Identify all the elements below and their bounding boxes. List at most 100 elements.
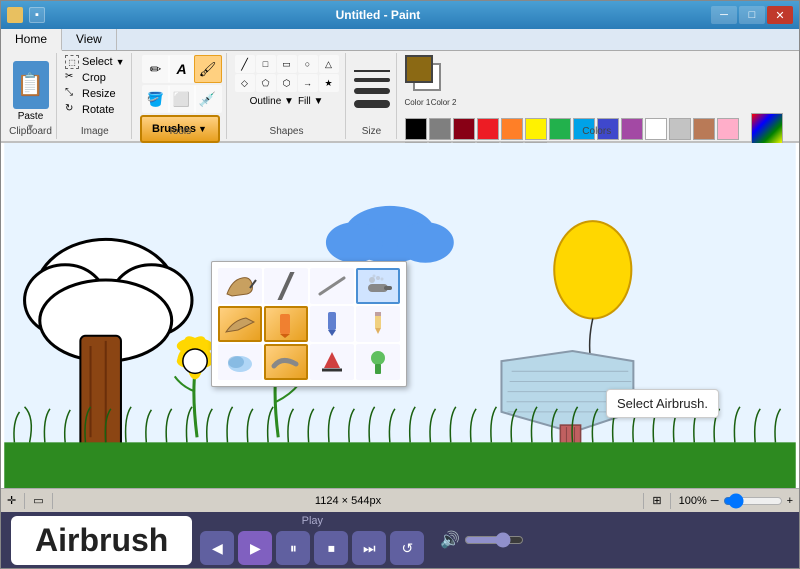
tab-view[interactable]: View xyxy=(62,29,117,50)
image-label: Image xyxy=(59,126,131,137)
size-3[interactable] xyxy=(354,88,390,94)
canvas-scroll[interactable]: Select Airbrush. xyxy=(1,143,799,488)
paste-label: Paste xyxy=(18,111,44,122)
minimize-button[interactable]: ─ xyxy=(711,6,737,24)
zoom-slider[interactable] xyxy=(723,493,783,509)
size-group: Size xyxy=(348,53,397,139)
shape-triangle[interactable]: △ xyxy=(319,55,339,73)
image-size-icon: ⊞ xyxy=(652,494,661,507)
clipboard-content: 📋 Paste ▼ xyxy=(13,55,49,137)
select-label: Select xyxy=(82,56,113,68)
maximize-button[interactable]: □ xyxy=(739,6,765,24)
pencil-tool[interactable]: ✏ xyxy=(142,55,170,83)
brush-smudge[interactable] xyxy=(264,344,308,380)
size-content xyxy=(354,55,390,137)
size-4[interactable] xyxy=(354,100,390,108)
tab-home[interactable]: Home xyxy=(1,29,62,51)
title-bar: ▪ Untitled - Paint ─ □ ✕ xyxy=(1,1,799,29)
size-label: Size xyxy=(348,126,396,137)
bucket-tool[interactable]: 🪣 xyxy=(142,85,170,113)
shapes-content: ╱ □ ▭ ○ △ ◇ ⬠ ⬡ → ★ Outline ▼ xyxy=(235,55,339,137)
brush-crayon[interactable] xyxy=(264,306,308,342)
color-preview: Color 1 Color 2 xyxy=(405,55,457,107)
brush-watercolor[interactable] xyxy=(218,344,262,380)
volume-slider[interactable] xyxy=(464,532,524,548)
shape-arrow[interactable]: → xyxy=(298,74,318,92)
ribbon-content: 📋 Paste ▼ Clipboard ⬚ Select▼ ✂ Cro xyxy=(1,51,799,141)
shapes-label: Shapes xyxy=(229,126,345,137)
clipboard-label: Clipboard xyxy=(5,126,56,137)
tools-group: ✏ A 🖌 🪣 ⬜ 💉 Brushes▼ Tools xyxy=(134,53,227,139)
shape-rect[interactable]: □ xyxy=(256,55,276,73)
play-button[interactable]: ▶ xyxy=(238,531,272,565)
shapes-group: ╱ □ ▭ ○ △ ◇ ⬠ ⬡ → ★ Outline ▼ xyxy=(229,53,346,139)
color2-label: Color 2 xyxy=(431,98,457,107)
select-button[interactable]: ⬚ Select▼ xyxy=(65,55,125,69)
resize-button[interactable]: ⤡ Resize xyxy=(65,87,116,101)
image-content: ⬚ Select▼ ✂ Crop ⤡ Resize ↻ Rotate xyxy=(65,55,125,137)
video-bar: Airbrush Play ◀ ▶ ⏸ ⏹ ⏭ ↺ 🔊 xyxy=(1,512,799,568)
crop-button[interactable]: ✂ Crop xyxy=(65,71,106,85)
cursor-icon: ✛ xyxy=(7,494,16,507)
shape-star[interactable]: ★ xyxy=(319,74,339,92)
colors-label: Colors xyxy=(399,126,796,137)
next-button[interactable]: ⏭ xyxy=(352,531,386,565)
status-zoom: 100% ─ + xyxy=(679,493,793,509)
tools-content: ✏ A 🖌 🪣 ⬜ 💉 Brushes▼ xyxy=(140,55,220,157)
brush-grid xyxy=(218,268,400,380)
title-menu: ▪ xyxy=(29,7,45,23)
stop-button[interactable]: ⏹ xyxy=(314,531,348,565)
airbrush-label: Airbrush xyxy=(11,516,192,565)
resize-label: Resize xyxy=(82,88,116,100)
volume-area: 🔊 xyxy=(440,530,524,550)
brush-airbrush[interactable] xyxy=(356,268,400,304)
clipboard-group: 📋 Paste ▼ Clipboard xyxy=(5,53,57,139)
shape-roundrect[interactable]: ▭ xyxy=(277,55,297,73)
replay-button[interactable]: ↺ xyxy=(390,531,424,565)
brush-pencil[interactable] xyxy=(356,306,400,342)
title-bar-left: ▪ xyxy=(7,7,45,23)
size-1[interactable] xyxy=(354,70,390,72)
shape-hex[interactable]: ⬡ xyxy=(277,74,297,92)
ribbon-tabs: Home View xyxy=(1,29,799,51)
paste-button[interactable]: 📋 xyxy=(13,61,49,109)
eraser-tool[interactable]: ⬜ xyxy=(168,85,196,113)
shape-diamond[interactable]: ◇ xyxy=(235,74,255,92)
brush-popup xyxy=(211,261,407,387)
brush-fill-stroke[interactable] xyxy=(310,344,354,380)
title-menu-btn[interactable]: ▪ xyxy=(29,7,45,23)
image-group: ⬚ Select▼ ✂ Crop ⤡ Resize ↻ Rotate xyxy=(59,53,132,139)
canvas[interactable]: Select Airbrush. xyxy=(1,143,799,488)
pause-button[interactable]: ⏸ xyxy=(276,531,310,565)
brushes-tool[interactable]: 🖌 xyxy=(194,55,222,83)
video-buttons: ◀ ▶ ⏸ ⏹ ⏭ ↺ xyxy=(200,531,424,565)
brush-marker[interactable] xyxy=(310,306,354,342)
size-2[interactable] xyxy=(354,78,390,82)
shape-ellipse[interactable]: ○ xyxy=(298,55,318,73)
brush-calligraphy2[interactable] xyxy=(310,268,354,304)
play-label: Play xyxy=(302,515,323,527)
shape-pentagon[interactable]: ⬠ xyxy=(256,74,276,92)
main-window: ▪ Untitled - Paint ─ □ ✕ Home View 📋 Pas… xyxy=(0,0,800,569)
brush-round[interactable] xyxy=(218,268,262,304)
colors-group: Color 1 Color 2 Edit colors Colors xyxy=(399,53,796,139)
status-dimensions: 1124 × 544px xyxy=(61,495,636,507)
rotate-button[interactable]: ↻ Rotate xyxy=(65,103,114,117)
brush-oil[interactable] xyxy=(218,306,262,342)
rotate-label: Rotate xyxy=(82,104,114,116)
close-button[interactable]: ✕ xyxy=(767,6,793,24)
brush-calligraphy1[interactable] xyxy=(264,268,308,304)
rewind-button[interactable]: ◀ xyxy=(200,531,234,565)
text-tool[interactable]: A xyxy=(168,55,196,83)
airbrush-tooltip: Select Airbrush. xyxy=(606,389,719,418)
shape-line[interactable]: ╱ xyxy=(235,55,255,73)
video-controls: Play ◀ ▶ ⏸ ⏹ ⏭ ↺ xyxy=(200,515,424,565)
brush-extra[interactable] xyxy=(356,344,400,380)
fill-button[interactable]: Fill ▼ xyxy=(298,96,323,107)
outline-button[interactable]: Outline ▼ xyxy=(250,96,294,107)
app-icon xyxy=(7,7,23,23)
color1-box[interactable] xyxy=(405,55,433,83)
volume-icon: 🔊 xyxy=(440,530,460,550)
picker-tool[interactable]: 💉 xyxy=(194,85,222,113)
color1-label: Color 1 xyxy=(405,98,431,107)
